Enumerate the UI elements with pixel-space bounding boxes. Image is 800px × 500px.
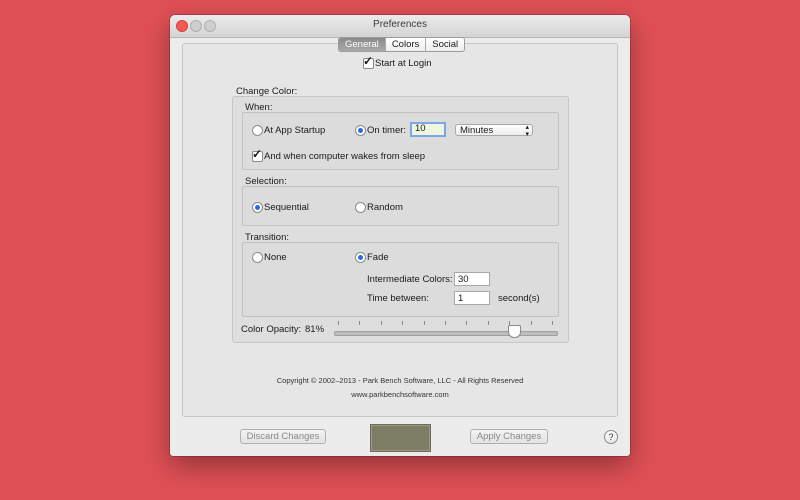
window-title: Preferences xyxy=(373,19,427,30)
intermediate-colors-input[interactable]: 30 xyxy=(454,272,490,286)
wakes-from-sleep-checkbox[interactable]: ✓ xyxy=(252,147,263,162)
color-preview-swatch xyxy=(370,424,431,452)
website-link[interactable]: www.parkbenchsoftware.com xyxy=(170,390,630,399)
opacity-tick xyxy=(552,321,553,325)
transition-none-radio[interactable] xyxy=(252,252,263,263)
sequential-radio[interactable] xyxy=(252,202,263,213)
random-radio[interactable] xyxy=(355,202,366,213)
random-label: Random xyxy=(367,202,403,213)
transition-fade-radio[interactable] xyxy=(355,252,366,263)
on-timer-radio[interactable] xyxy=(355,125,366,136)
wakes-from-sleep-label: And when computer wakes from sleep xyxy=(264,151,426,162)
start-at-login-label: Start at Login xyxy=(375,58,432,69)
time-between-unit: second(s) xyxy=(498,293,540,304)
opacity-tick xyxy=(530,321,532,325)
color-opacity-value: 81% xyxy=(305,324,325,335)
opacity-tick xyxy=(487,321,489,325)
preferences-window: Preferences General Colors Social ✓ Star… xyxy=(170,15,630,456)
transition-none-label: None xyxy=(264,252,287,263)
opacity-tick xyxy=(338,321,339,325)
start-at-login-checkbox[interactable]: ✓ xyxy=(363,54,374,69)
opacity-tick xyxy=(423,321,425,325)
sequential-label: Sequential xyxy=(264,202,309,213)
tab-colors[interactable]: Colors xyxy=(386,38,427,51)
chevron-updown-icon: ▴ ▾ xyxy=(525,124,529,138)
help-icon[interactable]: ? xyxy=(604,430,618,444)
color-opacity-label: Color Opacity: xyxy=(241,324,302,335)
opacity-slider-thumb[interactable] xyxy=(507,325,521,338)
intermediate-colors-label: Intermediate Colors: xyxy=(367,274,453,285)
opacity-tick xyxy=(359,321,361,325)
opacity-slider-track[interactable] xyxy=(334,331,558,336)
tab-bar: General Colors Social xyxy=(338,37,466,52)
opacity-tick xyxy=(445,321,446,325)
timer-unit-value: Minutes xyxy=(460,125,494,136)
timer-unit-select[interactable]: Minutes ▴ ▾ xyxy=(455,124,533,138)
opacity-tick xyxy=(380,321,382,325)
checkmark-icon: ✓ xyxy=(363,54,374,68)
copyright-text: Copyright © 2002–2013 - Park Bench Softw… xyxy=(276,376,524,385)
opacity-tick xyxy=(402,321,404,325)
tab-social[interactable]: Social xyxy=(426,38,464,51)
apply-changes-button[interactable]: Apply Changes xyxy=(470,429,548,444)
time-between-label: Time between: xyxy=(367,293,429,304)
tab-general[interactable]: General xyxy=(339,38,386,51)
at-app-startup-radio[interactable] xyxy=(252,125,263,136)
discard-changes-button[interactable]: Discard Changes xyxy=(240,429,326,444)
timer-value-input[interactable]: 10 xyxy=(410,122,446,137)
transition-fade-label: Fade xyxy=(367,252,389,263)
title-bar[interactable]: Preferences xyxy=(170,15,630,38)
on-timer-label: On timer: xyxy=(367,125,407,136)
checkmark-icon: ✓ xyxy=(252,147,263,161)
at-app-startup-label: At App Startup xyxy=(264,125,326,136)
time-between-input[interactable]: 1 xyxy=(454,291,490,305)
opacity-tick xyxy=(466,321,468,325)
